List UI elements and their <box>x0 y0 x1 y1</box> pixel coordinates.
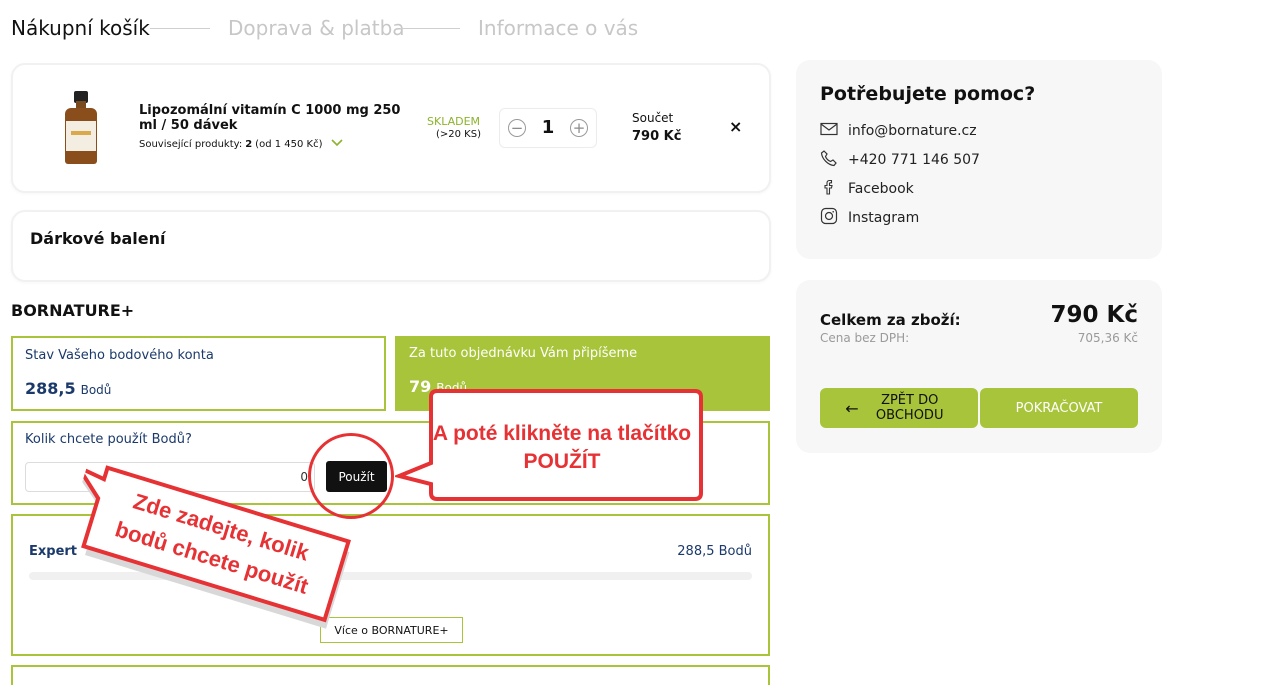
decrease-quantity-button[interactable]: − <box>508 119 526 137</box>
related-label: Související produkty: <box>139 139 243 150</box>
help-instagram[interactable]: Instagram <box>820 207 919 229</box>
step-shipping[interactable]: Doprava & platba <box>228 16 405 40</box>
total-value: 790 Kč <box>1050 302 1138 328</box>
step-info[interactable]: Informace o vás <box>478 16 638 40</box>
points-balance-label: Stav Vašeho bodového konta <box>25 348 214 363</box>
arrow-left-icon: ← <box>845 398 859 418</box>
related-price: (od 1 450 Kč) <box>255 139 323 150</box>
increase-quantity-button[interactable]: + <box>570 119 588 137</box>
help-phone-text[interactable]: +420 771 146 507 <box>848 152 980 168</box>
related-products[interactable]: Související produkty: 2 (od 1 450 Kč) <box>139 139 344 150</box>
net-price-label: Cena bez DPH: <box>820 331 910 345</box>
mail-icon <box>820 120 838 142</box>
facebook-icon <box>820 178 838 200</box>
help-title: Potřebujete pomoc? <box>820 83 1036 105</box>
back-to-shop-button[interactable]: ← ZPĚT DO OBCHODU <box>820 388 978 428</box>
related-count: 2 <box>245 139 253 150</box>
remove-item-button[interactable]: × <box>729 117 742 136</box>
sum-value: 790 Kč <box>632 129 682 144</box>
bornature-title: BORNATURE+ <box>11 301 135 320</box>
points-earn-label: Za tuto objednávku Vám připíšeme <box>409 346 638 361</box>
product-name[interactable]: Lipozomální vitamín C 1000 mg 250 ml / 5… <box>139 103 419 133</box>
total-label: Celkem za zboží: <box>820 311 961 329</box>
help-phone[interactable]: +420 771 146 507 <box>820 149 980 171</box>
help-email-text[interactable]: info@bornature.cz <box>848 123 977 139</box>
help-facebook-text[interactable]: Facebook <box>848 181 914 197</box>
cart-item-card: Lipozomální vitamín C 1000 mg 250 ml / 5… <box>11 63 771 193</box>
continue-button[interactable]: POKRAČOVAT <box>980 388 1138 428</box>
gift-wrapping-card[interactable]: Dárkové balení <box>11 210 771 282</box>
stock-count: (>20 KS) <box>436 129 481 140</box>
step-cart[interactable]: Nákupní košík <box>11 16 150 40</box>
back-to-shop-label: ZPĚT DO OBCHODU <box>875 393 944 423</box>
points-balance-unit: Bodů <box>80 383 112 397</box>
points-balance-value: 288,5 <box>25 379 76 398</box>
quantity-stepper: − 1 + <box>499 108 597 148</box>
points-use-label: Kolik chcete použít Bodů? <box>25 432 192 447</box>
help-instagram-text[interactable]: Instagram <box>848 210 919 226</box>
highlight-circle <box>308 433 394 519</box>
gift-wrapping-title: Dárkové balení <box>30 229 166 248</box>
help-facebook[interactable]: Facebook <box>820 178 914 200</box>
net-price-value: 705,36 Kč <box>1077 331 1138 345</box>
more-about-bornature-button[interactable]: Více o BORNATURE+ <box>320 617 463 643</box>
click-instruction-text: A poté klikněte na tlačítko POUŽÍT <box>432 422 692 473</box>
help-email[interactable]: info@bornature.cz <box>820 120 977 142</box>
instagram-icon <box>820 207 838 229</box>
sum-label: Součet <box>632 111 674 125</box>
quantity-value[interactable]: 1 <box>538 117 558 138</box>
product-image[interactable] <box>61 91 101 165</box>
step-divider <box>400 28 460 29</box>
step-divider <box>150 28 210 29</box>
phone-icon <box>820 149 838 171</box>
points-balance: 288,5 Bodů <box>25 379 111 398</box>
stock-status: SKLADEM <box>427 115 481 128</box>
points-balance-box: Stav Vašeho bodového konta 288,5 Bodů <box>11 336 386 411</box>
loyalty-level-points: 288,5 Bodů <box>677 544 752 559</box>
next-section-box <box>11 665 770 685</box>
chevron-down-icon[interactable] <box>331 139 344 150</box>
loyalty-progress-track <box>29 572 752 580</box>
